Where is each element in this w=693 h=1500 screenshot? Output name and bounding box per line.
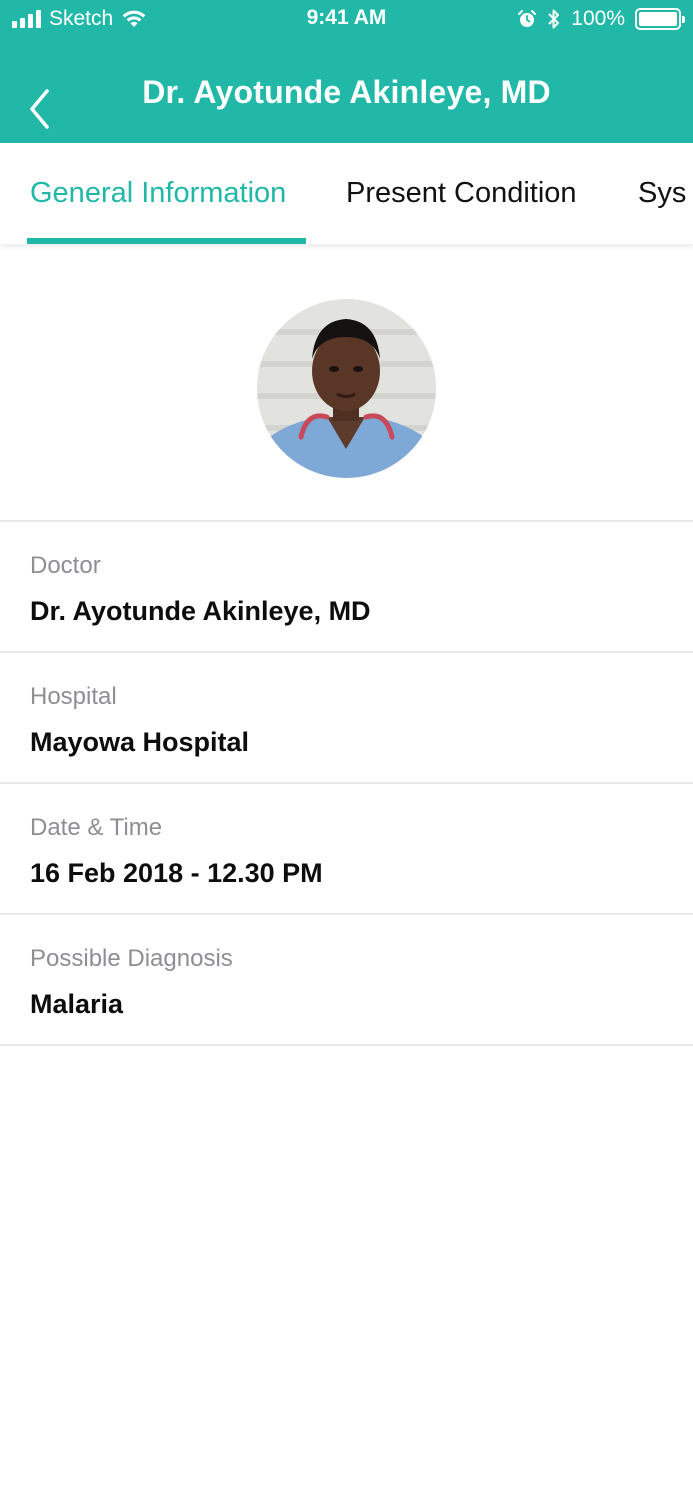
bluetooth-icon [548,9,560,29]
detail-label: Doctor [30,552,101,579]
detail-row-hospital: Hospital Mayowa Hospital [0,653,693,784]
nav-bar: Dr. Ayotunde Akinleye, MD [0,58,693,138]
alarm-icon [518,10,537,27]
app-header: Sketch 9:41 AM 100% Dr. Ayotunde Akinley… [0,0,693,143]
status-bar: Sketch 9:41 AM 100% [0,0,693,40]
active-tab-indicator [27,238,306,244]
battery-percent: 100% [571,7,625,30]
detail-value: 16 Feb 2018 - 12.30 PM [30,858,323,888]
detail-label: Hospital [30,683,117,710]
detail-row-diagnosis: Possible Diagnosis Malaria [0,915,693,1046]
tab-bar: General Information Present Condition Sy… [0,143,693,244]
divider [0,1044,693,1046]
tab-symptoms[interactable]: Sys [638,177,686,210]
page-title: Dr. Ayotunde Akinleye, MD [142,74,551,110]
battery-icon [635,8,685,30]
detail-row-date-time: Date & Time 16 Feb 2018 - 12.30 PM [0,784,693,915]
detail-value: Dr. Ayotunde Akinleye, MD [30,596,371,626]
doctor-photo [257,299,436,478]
detail-value: Malaria [30,989,124,1019]
tab-present-condition[interactable]: Present Condition [346,177,577,210]
doctor-avatar [257,299,436,478]
tab-general-information[interactable]: General Information [30,177,286,210]
detail-value: Mayowa Hospital [30,727,250,757]
detail-label: Date & Time [30,814,163,841]
status-right: 100% [517,6,685,32]
detail-row-doctor: Doctor Dr. Ayotunde Akinleye, MD [0,522,693,653]
detail-label: Possible Diagnosis [30,945,233,972]
